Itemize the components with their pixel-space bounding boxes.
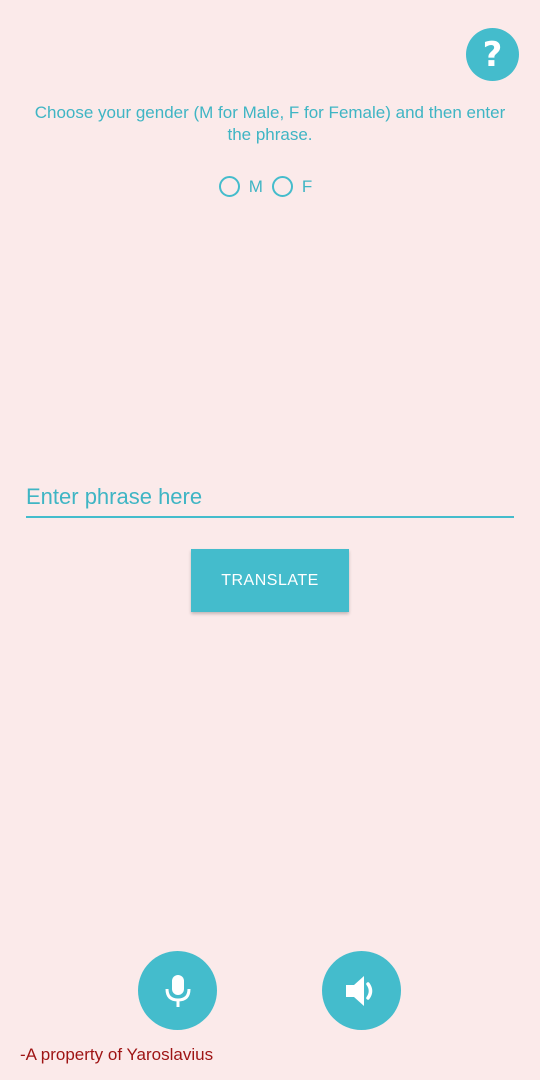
translate-button[interactable]: TRANSLATE — [191, 549, 349, 612]
instructions-text: Choose your gender (M for Male, F for Fe… — [34, 103, 506, 144]
microphone-icon — [165, 974, 190, 1007]
radio-female[interactable] — [271, 176, 293, 197]
speaker-icon — [345, 975, 372, 1006]
radio-male[interactable] — [218, 176, 240, 197]
microphone-button[interactable] — [138, 951, 217, 1030]
speaker-button[interactable] — [322, 951, 401, 1030]
radio-label-male: M — [248, 176, 263, 196]
radio-label-female: F — [301, 176, 313, 196]
phrase-input[interactable] — [26, 478, 514, 518]
gender-option-female[interactable]: F — [271, 176, 321, 197]
footer-text: -A property of Yaroslavius — [20, 1045, 214, 1064]
gender-option-male[interactable]: M — [218, 176, 272, 197]
gender-radio-group: M F — [0, 176, 540, 197]
help-button[interactable]: ? — [466, 28, 519, 81]
question-mark-icon: ? — [482, 34, 503, 75]
